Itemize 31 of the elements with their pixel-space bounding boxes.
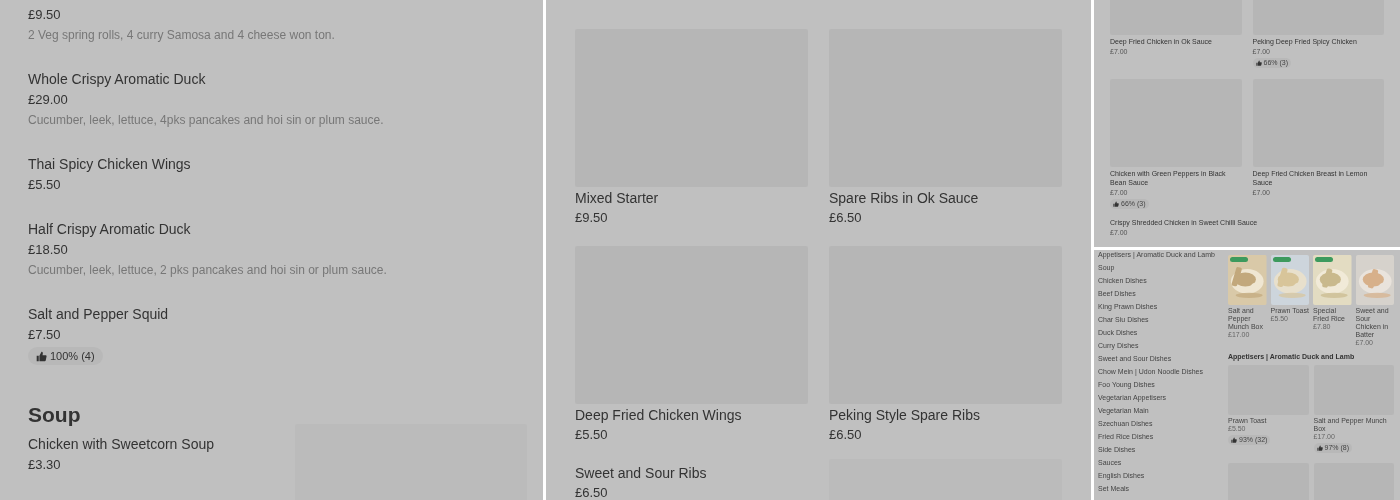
dish-name[interactable]: Spare Ribs in Ok Sauce <box>829 188 979 208</box>
dish-price: £9.50 <box>575 209 608 227</box>
dish-name[interactable]: Chicken with Sweetcorn Soup <box>28 434 214 454</box>
dish-price: £3.30 <box>28 456 61 474</box>
thumbs-up-icon <box>36 350 47 362</box>
dish-price: £6.50 <box>829 426 862 444</box>
thumbs-up-icon <box>1316 445 1323 451</box>
dish-name[interactable]: Sweet and Sour Ribs <box>575 463 707 483</box>
dish-name[interactable]: Deep Fried Chicken Wings <box>575 405 742 425</box>
dish-price: £5.50 <box>28 176 61 194</box>
dish-name[interactable]: Whole Crispy Aromatic Duck <box>28 69 206 89</box>
dish-description: Cucumber, leek, lettuce, 4pks pancakes and hoi sin or plum sauce. <box>28 112 384 129</box>
dish-price: £18.50 <box>28 241 68 259</box>
dish-price: £9.50 <box>28 6 61 24</box>
dish-description: Cucumber, leek, lettuce, 2 pks pancakes and hoi sin or plum sauce. <box>28 262 387 279</box>
thumbs-up-icon <box>1255 60 1262 66</box>
dish-name[interactable]: Half Crispy Aromatic Duck <box>28 219 191 239</box>
dish-name[interactable]: Salt and Pepper Squid <box>28 304 169 324</box>
dish-name[interactable]: Thai Spicy Chicken Wings <box>28 154 191 174</box>
thumbs-up-icon <box>1231 437 1237 443</box>
dish-name[interactable]: Peking Style Spare Ribs <box>829 405 980 425</box>
rating-text: 100% (4) <box>50 349 95 363</box>
thumbs-up-icon <box>1113 201 1119 207</box>
dish-price: £6.50 <box>575 484 608 500</box>
dish-description: 2 Veg spring rolls, 4 curry Samosa and 4 cheese won ton. <box>28 27 335 44</box>
section-heading: Soup <box>28 402 82 428</box>
dish-price: £6.50 <box>829 209 862 227</box>
dish-price: £5.50 <box>575 426 608 444</box>
dish-price: £7.50 <box>28 326 61 344</box>
dish-name[interactable]: Mixed Starter <box>575 188 659 208</box>
dish-price: £29.00 <box>28 91 68 109</box>
